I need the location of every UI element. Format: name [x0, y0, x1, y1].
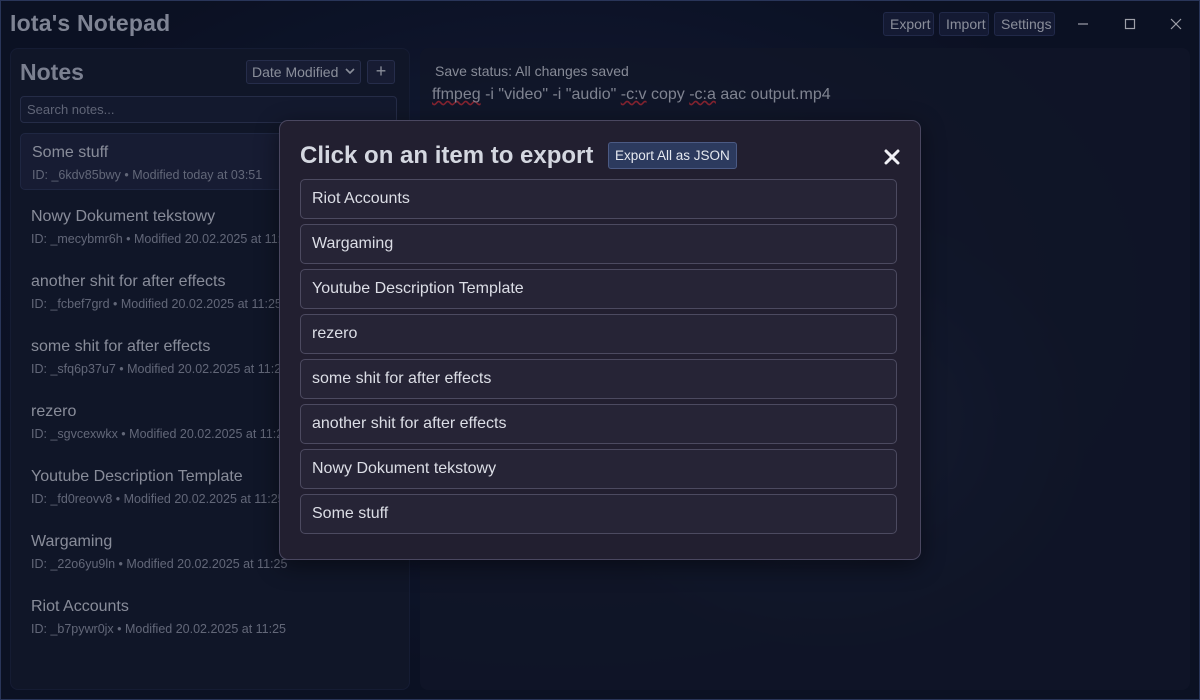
- export-item[interactable]: Youtube Description Template: [300, 269, 897, 309]
- export-item[interactable]: rezero: [300, 314, 897, 354]
- export-item[interactable]: Riot Accounts: [300, 179, 897, 219]
- export-dialog: Click on an item to export Export All as…: [279, 120, 921, 560]
- export-dialog-title: Click on an item to export: [300, 142, 594, 169]
- export-item[interactable]: Wargaming: [300, 224, 897, 264]
- close-icon[interactable]: [880, 145, 904, 169]
- export-item[interactable]: Some stuff: [300, 494, 897, 534]
- export-item[interactable]: another shit for after effects: [300, 404, 897, 444]
- export-item[interactable]: some shit for after effects: [300, 359, 897, 399]
- export-all-json-button[interactable]: Export All as JSON: [608, 142, 737, 169]
- export-item[interactable]: Nowy Dokument tekstowy: [300, 449, 897, 489]
